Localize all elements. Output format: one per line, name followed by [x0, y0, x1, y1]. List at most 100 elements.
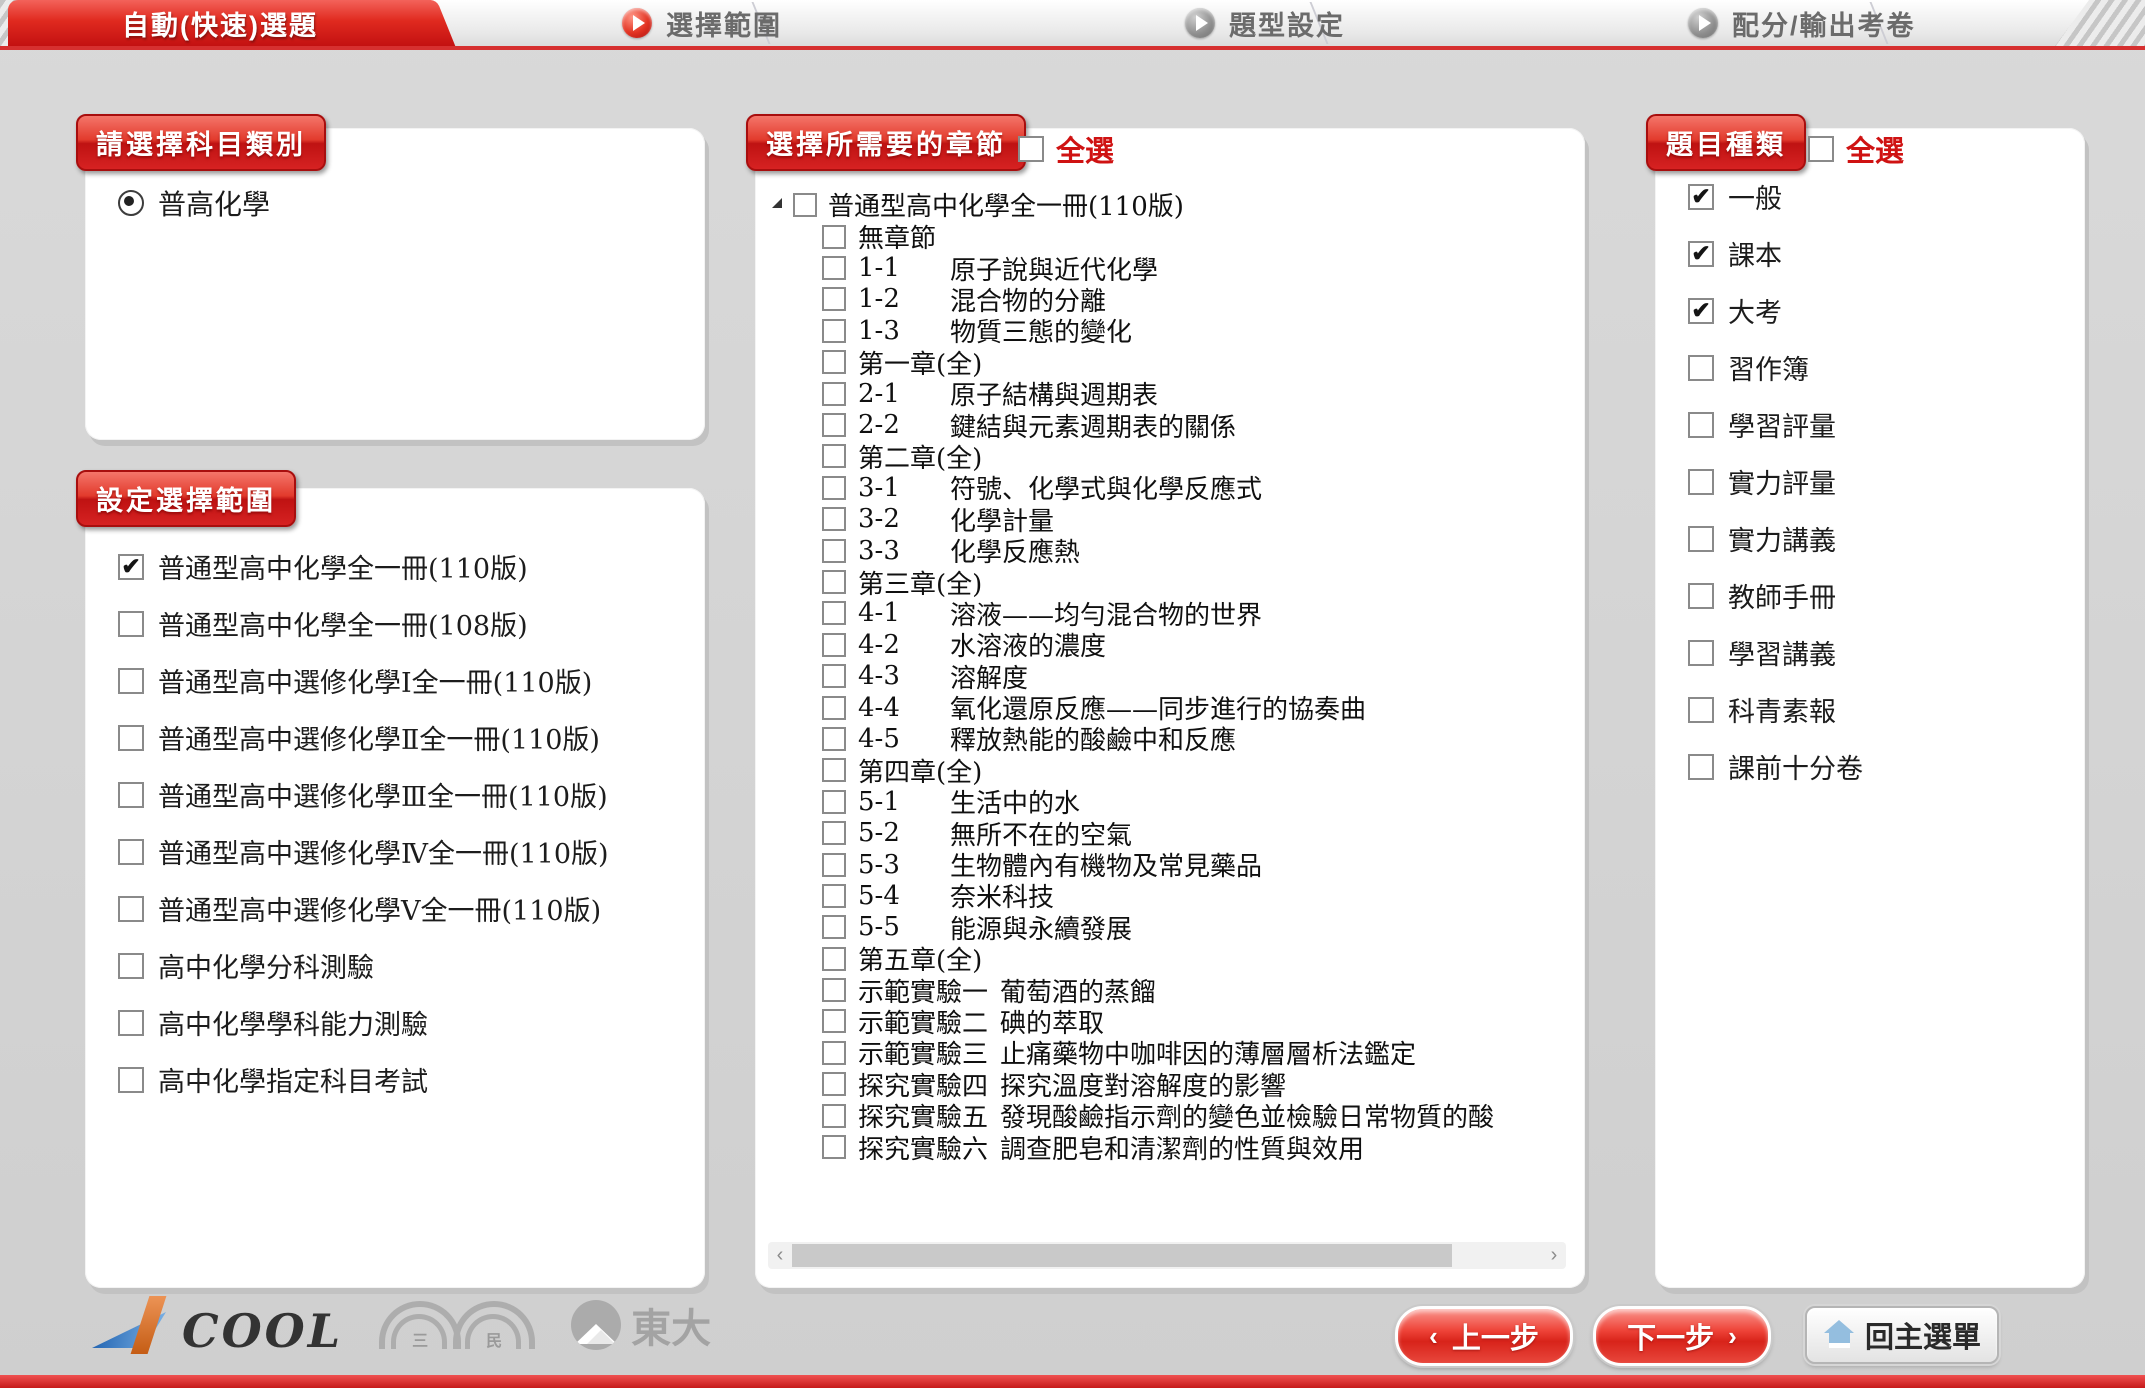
- chapter-tree-row[interactable]: 4-4 氧化還原反應——同步進行的協奏曲: [772, 692, 1578, 723]
- home-menu-button[interactable]: 回主選單: [1805, 1306, 1999, 1364]
- scope-item-row[interactable]: 普通型高中化學全一冊(108版): [118, 595, 678, 652]
- chapter-tree-row[interactable]: 3-1 符號、化學式與化學反應式: [772, 472, 1578, 503]
- checkbox[interactable]: [822, 225, 846, 249]
- checkbox[interactable]: [793, 193, 817, 217]
- checkbox[interactable]: [822, 758, 846, 782]
- chapter-tree-root-row[interactable]: 普通型高中化學全一冊(110版): [772, 188, 1578, 221]
- checkbox[interactable]: [822, 947, 846, 971]
- checkbox[interactable]: [822, 633, 846, 657]
- chapter-tree-row[interactable]: 示範實驗三 止痛藥物中咖啡因的薄層層析法鑑定: [772, 1037, 1578, 1068]
- checkbox[interactable]: [118, 1010, 144, 1036]
- chapter-tree-row[interactable]: 1-2 混合物的分離: [772, 284, 1578, 315]
- chapter-tree-row[interactable]: 第二章(全): [772, 441, 1578, 472]
- checkbox[interactable]: [822, 539, 846, 563]
- chapter-tree-row[interactable]: 5-1 生活中的水: [772, 786, 1578, 817]
- tab-score-output[interactable]: 配分/輸出考卷: [1688, 0, 1916, 46]
- subject-option-row[interactable]: 普高化學: [118, 180, 270, 226]
- checkbox[interactable]: [1688, 583, 1714, 609]
- checkbox[interactable]: [822, 790, 846, 814]
- checkbox[interactable]: [1688, 754, 1714, 780]
- checkbox[interactable]: [822, 570, 846, 594]
- checkbox[interactable]: [822, 382, 846, 406]
- checkbox[interactable]: [822, 601, 846, 625]
- checkbox[interactable]: [118, 668, 144, 694]
- checkbox[interactable]: [822, 727, 846, 751]
- checkbox[interactable]: ✔: [118, 554, 144, 580]
- checkbox[interactable]: [822, 696, 846, 720]
- checkbox[interactable]: [1688, 412, 1714, 438]
- chapter-tree-row[interactable]: 第一章(全): [772, 347, 1578, 378]
- question-type-row[interactable]: 課前十分卷: [1688, 738, 2048, 795]
- chapter-tree-row[interactable]: 4-3 溶解度: [772, 660, 1578, 691]
- chapter-tree-row[interactable]: 示範實驗二 碘的萃取: [772, 1006, 1578, 1037]
- checkbox[interactable]: [822, 821, 846, 845]
- question-type-row[interactable]: 實力講義: [1688, 510, 2048, 567]
- tab-auto-quick-pick[interactable]: 自動(快速)選題: [8, 0, 432, 46]
- checkbox[interactable]: [822, 1072, 846, 1096]
- chapter-tree-row[interactable]: 4-2 水溶液的濃度: [772, 629, 1578, 660]
- checkbox[interactable]: [822, 413, 846, 437]
- chapter-tree-row[interactable]: 5-4 奈米科技: [772, 880, 1578, 911]
- checkbox[interactable]: [118, 896, 144, 922]
- checkbox[interactable]: [822, 476, 846, 500]
- tree-expander-icon[interactable]: [772, 198, 782, 208]
- chapter-tree-row[interactable]: 探究實驗五 發現酸鹼指示劑的變色並檢驗日常物質的酸: [772, 1100, 1578, 1131]
- chapter-tree-row[interactable]: 探究實驗四 探究溫度對溶解度的影響: [772, 1069, 1578, 1100]
- chapter-tree-row[interactable]: 1-3 物質三態的變化: [772, 315, 1578, 346]
- checkbox[interactable]: [118, 611, 144, 637]
- question-type-row[interactable]: 教師手冊: [1688, 567, 2048, 624]
- scope-item-row[interactable]: 高中化學學科能力測驗: [118, 994, 678, 1051]
- checkbox[interactable]: [822, 319, 846, 343]
- scrollbar-thumb[interactable]: [792, 1244, 1452, 1267]
- checkbox[interactable]: [1688, 355, 1714, 381]
- radio-button[interactable]: [118, 190, 144, 216]
- prev-step-button[interactable]: ‹ 上一步: [1395, 1306, 1573, 1366]
- checkbox[interactable]: [822, 444, 846, 468]
- chapter-tree-row[interactable]: 1-1 原子說與近代化學: [772, 252, 1578, 283]
- checkbox[interactable]: ✔: [1688, 298, 1714, 324]
- question-type-row[interactable]: ✔ 大考: [1688, 282, 2048, 339]
- chapter-tree-row[interactable]: 5-2 無所不在的空氣: [772, 817, 1578, 848]
- scroll-right-icon[interactable]: ›: [1542, 1242, 1566, 1269]
- scope-item-row[interactable]: 普通型高中選修化學Ⅰ全一冊(110版): [118, 652, 678, 709]
- chapter-tree-row[interactable]: 第三章(全): [772, 566, 1578, 597]
- type-select-all-checkbox[interactable]: [1808, 136, 1834, 162]
- checkbox[interactable]: [822, 1135, 846, 1159]
- scope-item-row[interactable]: ✔ 普通型高中化學全一冊(110版): [118, 538, 678, 595]
- checkbox[interactable]: [822, 1041, 846, 1065]
- next-step-button[interactable]: 下一步 ›: [1593, 1306, 1771, 1366]
- chapter-tree-row[interactable]: 示範實驗一 葡萄酒的蒸餾: [772, 974, 1578, 1005]
- checkbox[interactable]: [822, 287, 846, 311]
- checkbox[interactable]: [118, 1067, 144, 1093]
- checkbox[interactable]: [1688, 640, 1714, 666]
- checkbox[interactable]: [1688, 697, 1714, 723]
- checkbox[interactable]: [118, 839, 144, 865]
- checkbox[interactable]: [822, 853, 846, 877]
- checkbox[interactable]: [822, 884, 846, 908]
- chapter-tree-row[interactable]: 4-1 溶液——均勻混合物的世界: [772, 598, 1578, 629]
- question-type-row[interactable]: 習作簿: [1688, 339, 2048, 396]
- question-type-row[interactable]: 學習評量: [1688, 396, 2048, 453]
- chapter-tree-row[interactable]: 2-1 原子結構與週期表: [772, 378, 1578, 409]
- scope-item-row[interactable]: 普通型高中選修化學Ⅱ全一冊(110版): [118, 709, 678, 766]
- scope-item-row[interactable]: 高中化學指定科目考試: [118, 1051, 678, 1108]
- scope-item-row[interactable]: 普通型高中選修化學Ⅴ全一冊(110版): [118, 880, 678, 937]
- tab-question-type-settings[interactable]: 題型設定: [1185, 0, 1345, 46]
- checkbox[interactable]: ✔: [1688, 184, 1714, 210]
- checkbox[interactable]: [822, 507, 846, 531]
- chapter-tree-row[interactable]: 探究實驗六 調查肥皂和清潔劑的性質與效用: [772, 1131, 1578, 1162]
- chapter-tree-row[interactable]: 無章節: [772, 221, 1578, 252]
- question-type-row[interactable]: ✔ 課本: [1688, 225, 2048, 282]
- question-type-row[interactable]: ✔ 一般: [1688, 168, 2048, 225]
- chapter-tree-row[interactable]: 4-5 釋放熱能的酸鹼中和反應: [772, 723, 1578, 754]
- chapter-tree-row[interactable]: 第四章(全): [772, 755, 1578, 786]
- chapter-tree-row[interactable]: 5-3 生物體內有機物及常見藥品: [772, 849, 1578, 880]
- checkbox[interactable]: [118, 953, 144, 979]
- chapter-tree-row[interactable]: 3-3 化學反應熱: [772, 535, 1578, 566]
- checkbox[interactable]: [822, 915, 846, 939]
- scope-item-row[interactable]: 高中化學分科測驗: [118, 937, 678, 994]
- checkbox[interactable]: ✔: [1688, 241, 1714, 267]
- checkbox[interactable]: [822, 350, 846, 374]
- checkbox[interactable]: [822, 978, 846, 1002]
- checkbox[interactable]: [822, 1009, 846, 1033]
